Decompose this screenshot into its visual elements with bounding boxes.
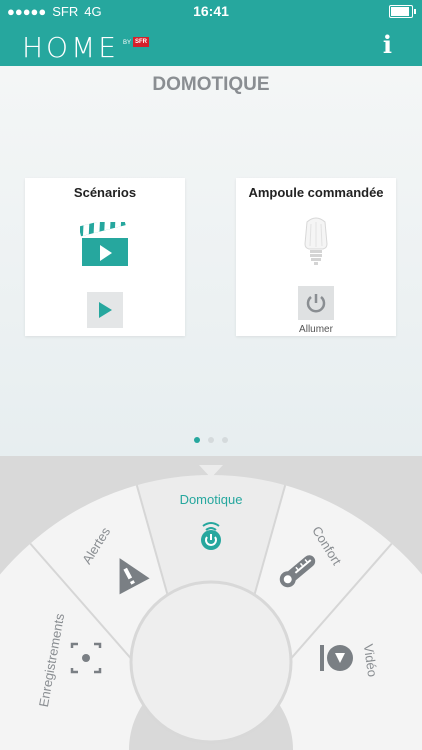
pagination-dots [0, 437, 422, 443]
logo-by: BY [122, 40, 131, 46]
card-scenarios[interactable]: Scénarios [25, 178, 185, 336]
page-dot[interactable] [208, 437, 214, 443]
card-title: Scénarios [73, 185, 137, 200]
card-title: Ampoule commandée [248, 185, 384, 200]
status-time: 16:41 [193, 3, 229, 19]
battery-icon [389, 5, 416, 18]
card-ampoule[interactable]: Ampoule commandée Allumer [236, 178, 396, 336]
main-content: DOMOTIQUE Scénarios Ampoule commandée Al… [0, 66, 422, 456]
play-button[interactable] [87, 292, 123, 328]
app-header: HOME BY SFR i [0, 22, 422, 66]
power-label: Allumer [299, 324, 333, 335]
radial-menu-area: Domotique Alertes Confort Enregistrement… [0, 456, 422, 750]
page-title: DOMOTIQUE [152, 74, 270, 95]
lightbulb-icon [304, 217, 328, 265]
status-bar: ●●●●● SFR 4G 16:41 [0, 0, 422, 22]
logo-sfr-badge: SFR [132, 37, 149, 47]
radial-menu: Domotique Alertes Confort Enregistrement… [0, 465, 422, 750]
power-button[interactable] [298, 286, 334, 320]
play-icon [99, 302, 112, 318]
info-button[interactable]: i [383, 30, 392, 59]
page-dot[interactable] [222, 437, 228, 443]
menu-label-domotique: Domotique [180, 492, 243, 507]
menu-center-circle[interactable] [129, 580, 293, 744]
page-dot[interactable] [194, 437, 200, 443]
logo-text: HOME [22, 31, 119, 64]
power-icon [306, 294, 326, 313]
home-logo: HOME BY SFR [22, 31, 149, 64]
clapperboard-icon [80, 222, 128, 266]
